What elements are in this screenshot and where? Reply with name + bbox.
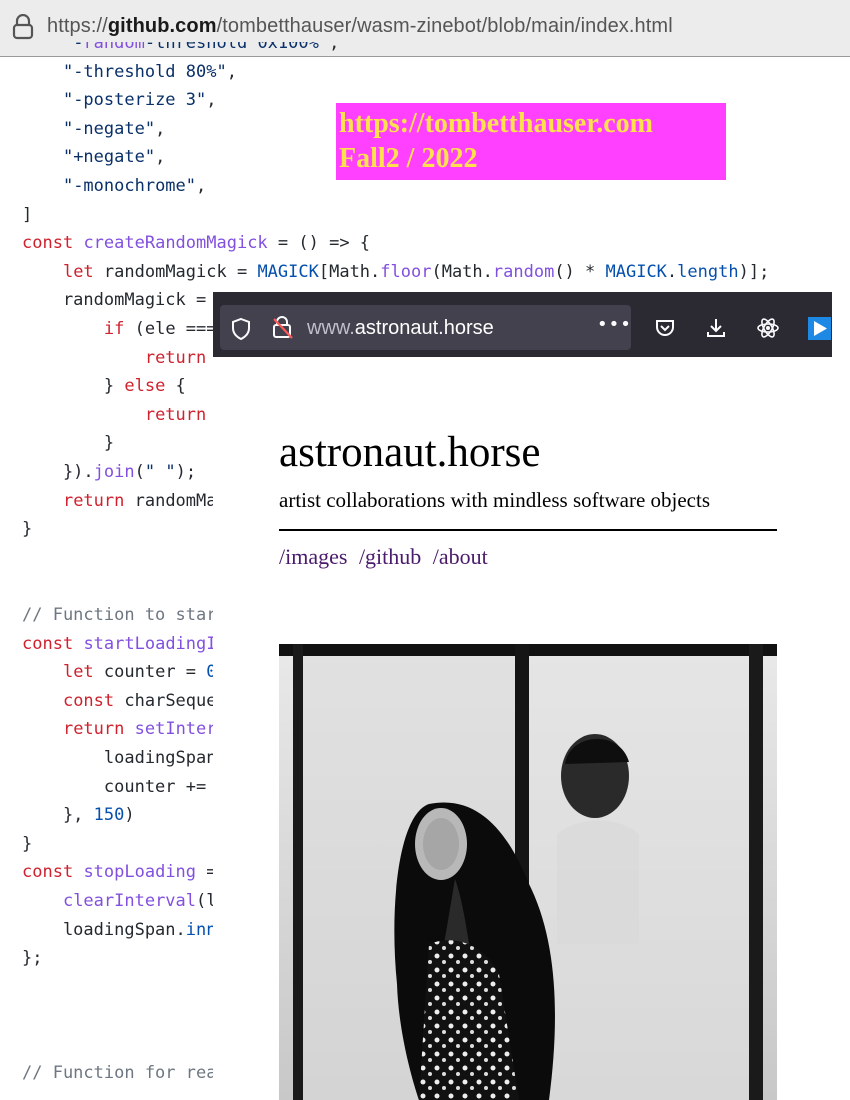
code-line: randomMagick = (22, 290, 217, 311)
download-icon[interactable] (705, 317, 727, 339)
code-line: let counter = 0 (62, 662, 217, 683)
code-line: const stopLoading = (22, 862, 217, 883)
site-nav: /images /github /about (279, 544, 494, 570)
lock-icon[interactable] (271, 314, 295, 340)
code-line: } (22, 833, 33, 854)
nav-link-about[interactable]: /about (433, 544, 488, 569)
banner-date: Fall2 / 2022 (339, 143, 478, 174)
react-icon[interactable] (756, 317, 780, 339)
code-line: loadingSpan.inn (22, 919, 217, 940)
browser-url-prefix: www. (307, 317, 355, 339)
featured-photo (279, 644, 777, 1100)
code-line: "-monochrome", (62, 176, 207, 196)
pocket-icon[interactable] (654, 317, 676, 339)
code-line: "-threshold 80%", (62, 61, 237, 82)
code-line: let randomMagick = MAGICK[Math.floor(Mat… (62, 261, 770, 282)
browser-url[interactable]: www.astronaut.horse (307, 317, 494, 340)
code-line: "-posterize 3", (62, 90, 217, 111)
code-line: } else { (22, 376, 186, 397)
code-line: }, 150) (22, 805, 135, 826)
divider (279, 529, 777, 531)
browser-toolbar: www.astronaut.horse ••• (213, 292, 832, 357)
code-line: return (144, 404, 207, 425)
shield-icon[interactable] (230, 317, 252, 341)
code-line: const charSeque (62, 690, 217, 711)
nav-link-github[interactable]: /github (359, 544, 421, 569)
site-subtitle: artist collaborations with mindless soft… (279, 488, 710, 512)
browser-url-domain: astronaut.horse (354, 317, 494, 339)
code-line: // Function for rea (22, 1062, 217, 1083)
code-line: loadingSpan (22, 748, 217, 768)
url-domain: github.com (107, 15, 217, 37)
code-line: return randomMa (62, 490, 217, 511)
github-url[interactable]: https://github.com/tombetthauser/wasm-zi… (47, 15, 673, 38)
code-line: } (22, 433, 115, 454)
code-line: // Function to star (22, 605, 217, 625)
code-line: "-random-threshold 0x100%", (62, 42, 340, 53)
browser-window: www.astronaut.horse ••• astronaut.horse … (213, 292, 850, 1100)
photo-image (279, 644, 777, 1100)
code-line: const createRandomMagick = () => { (22, 233, 371, 254)
url-prefix: https:// (47, 15, 108, 37)
page-actions-menu-icon[interactable]: ••• (597, 314, 632, 335)
site-title: astronaut.horse (279, 429, 541, 476)
code-line: const startLoadingI (22, 633, 217, 654)
code-line: clearInterval(l (62, 891, 217, 911)
code-line: "+negate", (62, 147, 166, 168)
code-line: } (22, 519, 33, 540)
code-line: if (ele === (103, 319, 217, 339)
extension-icon[interactable] (807, 316, 832, 341)
code-line: counter += (22, 776, 207, 797)
code-line: }).join(" "); (22, 462, 197, 482)
banner-url: https://tombetthauser.com (339, 108, 653, 139)
code-line: "-negate", (62, 118, 166, 139)
code-line: ] (22, 204, 33, 225)
nav-link-images[interactable]: /images (279, 544, 347, 569)
watermark-banner: https://tombetthauser.com Fall2 / 2022 (336, 103, 726, 180)
code-line: return setInter (62, 719, 217, 740)
code-line: return (144, 347, 207, 368)
url-path: /tombetthauser/wasm-zinebot/blob/main/in… (216, 15, 673, 37)
code-line: }; (22, 948, 43, 969)
lock-icon (12, 14, 34, 40)
